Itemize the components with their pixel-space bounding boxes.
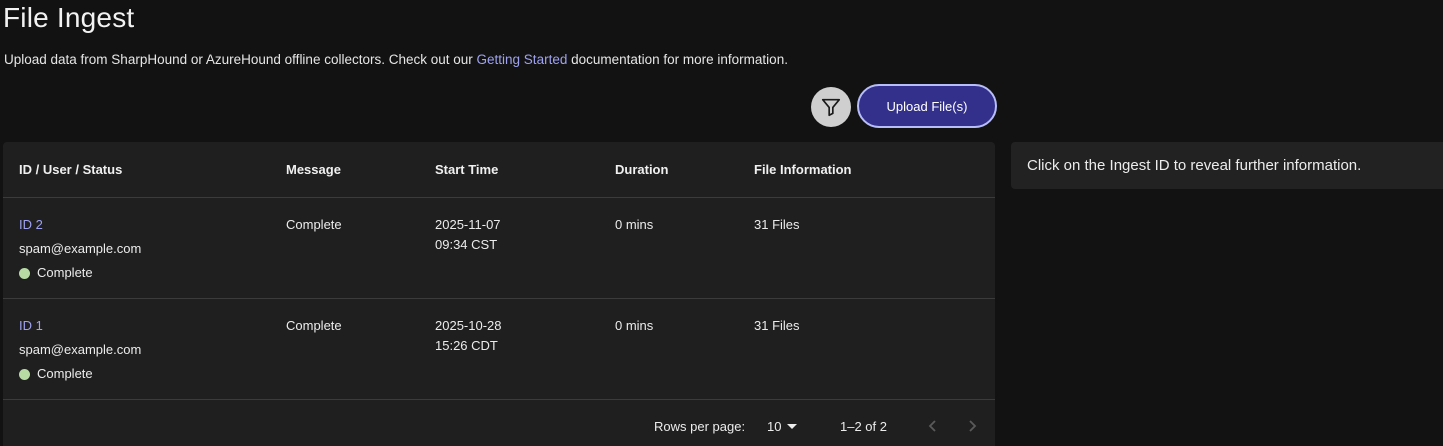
rows-per-page-value: 10 — [767, 419, 782, 434]
start-clock: 15:26 CDT — [435, 338, 498, 353]
column-header-message[interactable]: Message — [286, 162, 341, 177]
ingest-id-link[interactable]: ID 2 — [19, 215, 141, 235]
rows-per-page-select[interactable]: 10 — [767, 419, 798, 434]
column-header-id-user-status[interactable]: ID / User / Status — [19, 162, 122, 177]
filter-icon — [821, 98, 841, 117]
details-hint-text: Click on the Ingest ID to reveal further… — [1027, 157, 1362, 174]
message-cell: Complete — [286, 318, 342, 333]
subtitle-text-after: documentation for more information. — [567, 52, 788, 67]
ingest-details-panel: Click on the Ingest ID to reveal further… — [1011, 142, 1443, 189]
chevron-left-icon — [928, 420, 936, 432]
status-complete-icon — [19, 368, 30, 380]
table-row: ID 1 spam@example.com Complete Complete … — [3, 299, 995, 400]
user-email: spam@example.com — [19, 342, 142, 357]
getting-started-link[interactable]: Getting Started — [477, 52, 568, 67]
ingest-table: ID / User / Status Message Start Time Du… — [3, 142, 995, 446]
page-title: File Ingest — [3, 2, 135, 33]
previous-page-button[interactable] — [921, 414, 945, 438]
chevron-right-icon — [969, 420, 977, 432]
column-header-start-time[interactable]: Start Time — [435, 162, 498, 177]
start-time-cell: 2025-11-07 09:34 CST — [435, 215, 501, 255]
status-complete-icon — [19, 267, 30, 279]
file-info-cell: 31 Files — [754, 318, 800, 333]
table-header: ID / User / Status Message Start Time Du… — [3, 142, 995, 198]
status-text: Complete — [37, 366, 93, 381]
status-text: Complete — [37, 265, 93, 280]
filter-button[interactable] — [811, 87, 851, 127]
upload-files-button[interactable]: Upload File(s) — [857, 84, 997, 128]
start-clock: 09:34 CST — [435, 237, 498, 252]
start-date: 2025-10-28 — [435, 318, 502, 333]
table-pagination: Rows per page: 10 1–2 of 2 — [3, 400, 995, 446]
status-line: Complete — [19, 364, 141, 384]
duration-cell: 0 mins — [615, 217, 654, 232]
column-header-file-information[interactable]: File Information — [754, 162, 852, 177]
next-page-button[interactable] — [960, 414, 984, 438]
file-info-cell: 31 Files — [754, 217, 800, 232]
rows-per-page-label: Rows per page: — [654, 419, 746, 434]
table-row: ID 2 spam@example.com Complete Complete … — [3, 198, 995, 299]
subtitle-text-before: Upload data from SharpHound or AzureHoun… — [4, 52, 477, 67]
message-cell: Complete — [286, 217, 342, 232]
user-email: spam@example.com — [19, 241, 142, 256]
id-user-status-cell: ID 1 spam@example.com Complete — [19, 316, 141, 384]
column-header-duration[interactable]: Duration — [615, 162, 668, 177]
id-user-status-cell: ID 2 spam@example.com Complete — [19, 215, 141, 283]
start-date: 2025-11-07 — [435, 217, 501, 232]
ingest-id-link[interactable]: ID 1 — [19, 316, 141, 336]
file-ingest-page: File Ingest Upload data from SharpHound … — [0, 0, 1443, 446]
pagination-range: 1–2 of 2 — [840, 419, 887, 434]
status-line: Complete — [19, 263, 141, 283]
duration-cell: 0 mins — [615, 318, 654, 333]
start-time-cell: 2025-10-28 15:26 CDT — [435, 316, 502, 356]
caret-down-icon — [787, 424, 798, 429]
page-subtitle: Upload data from SharpHound or AzureHoun… — [4, 52, 788, 67]
